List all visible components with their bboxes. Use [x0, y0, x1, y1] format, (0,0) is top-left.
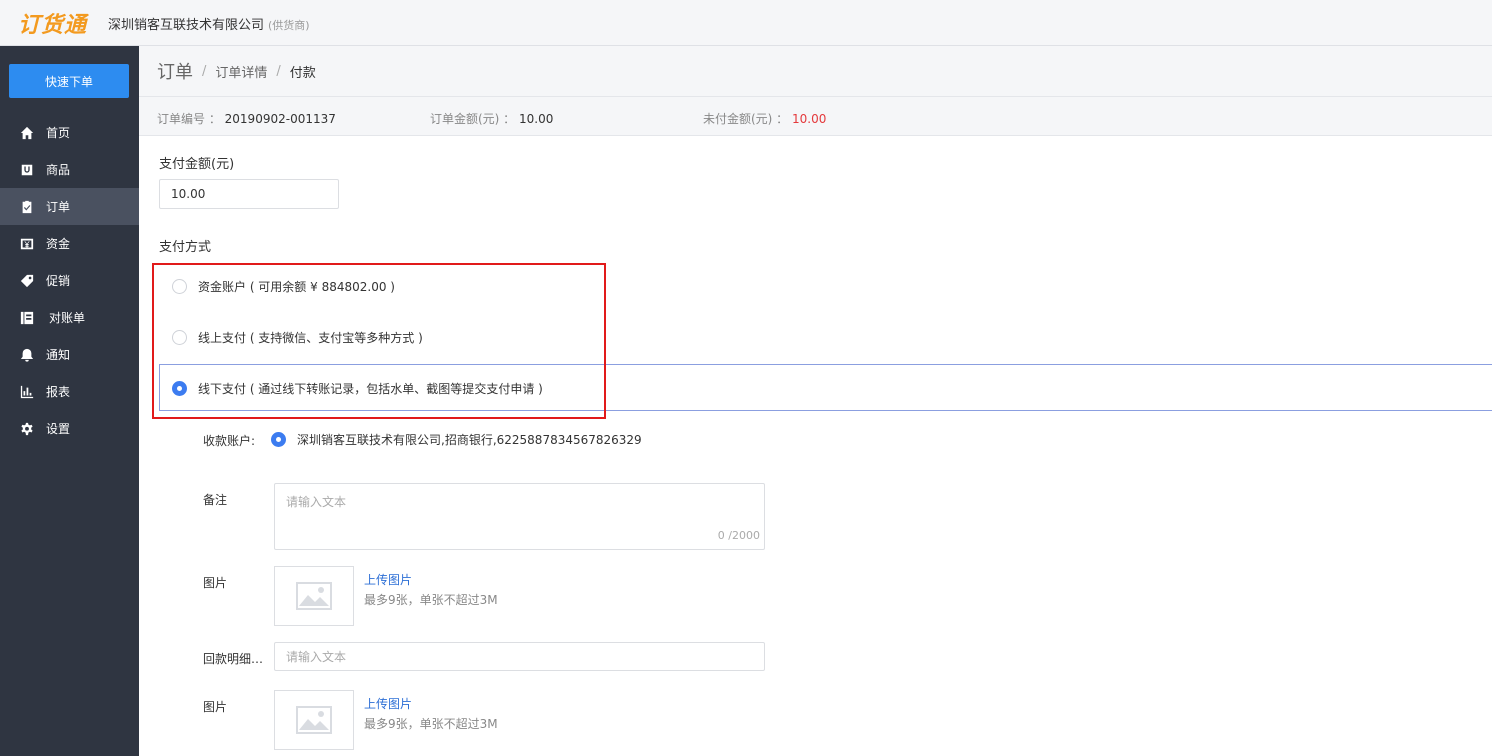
sidebar-item-statement[interactable]: 对账单: [0, 299, 139, 336]
breadcrumb-current: 付款: [289, 65, 316, 81]
image-upload-box[interactable]: [274, 566, 354, 626]
pay-amount-input[interactable]: [159, 179, 339, 209]
receiving-account-option[interactable]: 深圳销客互联技术有限公司,招商银行,6225887834567826329: [271, 431, 642, 448]
remark-textarea[interactable]: [274, 483, 765, 550]
fund-icon: [19, 236, 34, 251]
app-logo[interactable]: 订货通: [18, 7, 87, 39]
order-number-label: 订单编号 ：: [157, 112, 221, 126]
radio-button-selected[interactable]: [271, 432, 286, 447]
image-label: 图片: [203, 576, 228, 590]
upload-image-link-2[interactable]: 上传图片: [364, 695, 412, 712]
radio-button[interactable]: [172, 279, 187, 294]
sidebar-item-label: 促销: [46, 274, 71, 288]
unpaid-amount-value: 10.00: [792, 112, 827, 126]
sidebar-item-goods[interactable]: 商品: [0, 151, 139, 188]
bell-icon: [19, 347, 34, 362]
upload-hint-2: 最多9张，单张不超过3M: [364, 717, 498, 731]
sidebar-item-order[interactable]: 订单: [0, 188, 139, 225]
image-placeholder-icon: [296, 706, 332, 734]
unpaid-amount-label: 未付金额(元) ：: [703, 112, 789, 126]
quick-order-button[interactable]: 快速下单: [9, 64, 129, 98]
sidebar-item-notice[interactable]: 通知: [0, 336, 139, 373]
upload-hint: 最多9张，单张不超过3M: [364, 593, 498, 607]
upload-image-link[interactable]: 上传图片: [364, 571, 412, 588]
sidebar-item-label: 报表: [46, 385, 71, 399]
breadcrumb-separator: /: [276, 63, 281, 79]
image-upload-box-2[interactable]: [274, 690, 354, 750]
breadcrumb-order-detail[interactable]: 订单详情: [215, 62, 267, 81]
pay-option-online[interactable]: 线上支付 ( 支持微信、支付宝等多种方式 ): [172, 329, 423, 346]
order-amount-label: 订单金额(元) ：: [430, 112, 516, 126]
sidebar-item-home[interactable]: 首页: [0, 114, 139, 151]
unpaid-amount: 未付金额(元) ： 10.00: [703, 110, 826, 127]
radio-button[interactable]: [172, 330, 187, 345]
breadcrumb-separator: /: [202, 63, 207, 79]
order-amount: 订单金额(元) ： 10.00: [430, 110, 553, 127]
sidebar-item-report[interactable]: 报表: [0, 373, 139, 410]
sidebar-item-settings[interactable]: 设置: [0, 410, 139, 447]
pay-method-label: 支付方式: [159, 240, 212, 255]
order-number: 订单编号 ： 20190902-001137: [157, 110, 336, 127]
sidebar: 快速下单 首页 商品 订单 资金 促销 对账单 通知 报表 设置: [0, 46, 139, 756]
image-placeholder-icon: [296, 582, 332, 610]
pay-option-label: 资金账户 ( 可用余额 ¥ 884802.00 ): [198, 280, 395, 294]
company-label: 深圳销客互联技术有限公司: [108, 18, 265, 33]
pay-option-label: 线上支付 ( 支持微信、支付宝等多种方式 ): [198, 331, 423, 345]
payment-detail-input[interactable]: [274, 642, 765, 671]
payment-detail-label: 回款明细…: [203, 652, 264, 666]
chart-icon: [19, 384, 34, 399]
sidebar-item-label: 首页: [46, 126, 71, 140]
sidebar-item-label: 订单: [46, 200, 71, 214]
sidebar-item-promotion[interactable]: 促销: [0, 262, 139, 299]
goods-icon: [19, 162, 34, 177]
role-label: (供货商): [268, 19, 310, 32]
pay-option-label: 线下支付 ( 通过线下转账记录，包括水单、截图等提交支付申请 ): [198, 382, 543, 396]
order-amount-value: 10.00: [519, 112, 554, 126]
sidebar-item-label: 通知: [46, 348, 71, 362]
pay-option-fund-account[interactable]: 资金账户 ( 可用余额 ¥ 884802.00 ): [172, 278, 395, 295]
sidebar-nav: 首页 商品 订单 资金 促销 对账单 通知 报表 设置: [0, 114, 139, 447]
remark-label: 备注: [203, 493, 228, 507]
account-label: 收款账户:: [203, 434, 256, 448]
sidebar-item-label: 商品: [46, 163, 71, 177]
receiving-account-value: 深圳销客互联技术有限公司,招商银行,6225887834567826329: [297, 433, 642, 447]
pay-amount-label: 支付金额(元): [159, 157, 235, 172]
statement-icon: [19, 310, 34, 325]
breadcrumb: 订单 / 订单详情 / 付款: [139, 46, 1492, 97]
gear-icon: [19, 421, 34, 436]
image2-label: 图片: [203, 700, 228, 714]
radio-button-selected[interactable]: [172, 381, 187, 396]
order-number-value: 20190902-001137: [224, 112, 336, 126]
order-info-bar: 订单编号 ： 20190902-001137 订单金额(元) ： 10.00 未…: [139, 97, 1492, 136]
company-name: 深圳销客互联技术有限公司 (供货商): [108, 14, 310, 33]
home-icon: [19, 125, 34, 140]
pay-option-offline[interactable]: 线下支付 ( 通过线下转账记录，包括水单、截图等提交支付申请 ): [172, 380, 543, 397]
sidebar-item-fund[interactable]: 资金: [0, 225, 139, 262]
order-icon: [19, 199, 34, 214]
breadcrumb-root[interactable]: 订单: [157, 58, 193, 84]
top-header: 订货通 深圳销客互联技术有限公司 (供货商): [0, 0, 1492, 46]
remark-char-counter: 0 /2000: [717, 529, 760, 542]
sidebar-item-label: 设置: [46, 422, 71, 436]
sidebar-item-label: 资金: [46, 237, 71, 251]
tag-icon: [19, 273, 34, 288]
sidebar-item-label: 对账单: [49, 311, 86, 325]
